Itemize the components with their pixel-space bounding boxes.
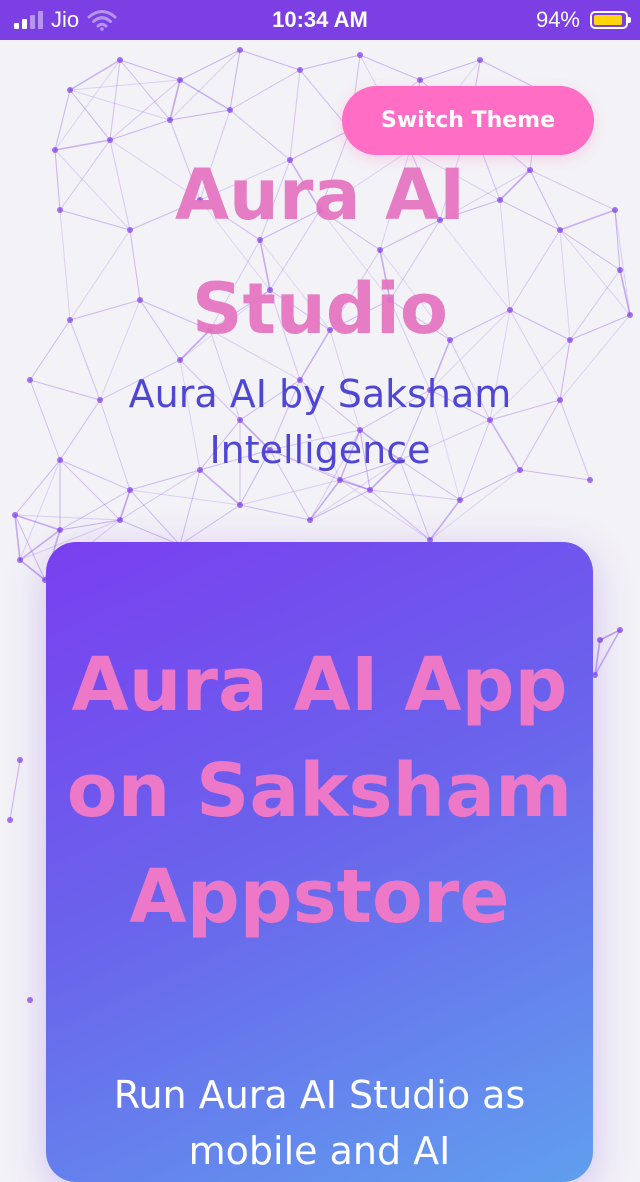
network-line: [9, 759, 21, 821]
network-line: [29, 379, 61, 461]
network-line: [229, 69, 301, 111]
battery-icon: [590, 11, 631, 29]
network-line: [19, 559, 46, 581]
network-node: [612, 207, 618, 213]
card-title: Aura AI App on Saksham Appstore: [66, 642, 573, 940]
network-line: [309, 489, 371, 521]
network-line: [69, 89, 111, 141]
network-line: [119, 59, 181, 81]
network-line: [339, 479, 431, 541]
network-node: [237, 502, 243, 508]
network-node: [27, 997, 33, 1003]
network-line: [14, 514, 121, 521]
network-node: [297, 67, 303, 73]
network-node: [617, 627, 623, 633]
network-line: [109, 79, 181, 141]
network-line: [169, 79, 181, 121]
network-line: [69, 59, 121, 91]
network-node: [7, 817, 13, 823]
network-line: [239, 49, 301, 71]
network-node: [597, 637, 603, 643]
network-line: [14, 514, 46, 581]
network-node: [117, 517, 123, 523]
page-title: Aura AI Studio: [174, 154, 466, 350]
network-line: [419, 59, 481, 81]
network-line: [69, 79, 181, 91]
network-node: [357, 52, 363, 58]
network-line: [299, 54, 361, 71]
status-right: 94%: [535, 0, 631, 40]
card-description: Run Aura AI Studio as mobile and AI: [113, 1073, 526, 1173]
network-node: [127, 487, 133, 493]
network-node: [67, 87, 73, 93]
network-node: [17, 757, 23, 763]
network-line: [179, 49, 241, 81]
network-node: [417, 77, 423, 83]
network-line: [69, 89, 171, 121]
network-line: [429, 469, 521, 541]
network-node: [477, 57, 483, 63]
network-line: [119, 59, 171, 121]
network-node: [627, 312, 633, 318]
network-node: [457, 497, 463, 503]
appstore-promo-card: Aura AI App on Saksham Appstore Run Aura…: [46, 542, 593, 1182]
network-line: [339, 479, 371, 491]
network-node: [237, 47, 243, 53]
network-node: [167, 117, 173, 123]
network-node: [587, 477, 593, 483]
network-node: [27, 377, 33, 383]
network-line: [109, 119, 171, 141]
network-node: [57, 527, 63, 533]
network-node: [117, 57, 123, 63]
network-node: [227, 107, 233, 113]
network-node: [617, 267, 623, 273]
network-node: [52, 147, 58, 153]
network-line: [129, 489, 241, 506]
network-line: [14, 459, 61, 516]
network-line: [14, 514, 21, 561]
status-bar: Jio 10:34 AM 94%: [0, 0, 640, 40]
network-node: [307, 517, 313, 523]
battery-percent: 94%: [535, 7, 580, 32]
network-node: [17, 557, 23, 563]
network-node: [177, 77, 183, 83]
network-line: [239, 504, 311, 521]
network-line: [359, 54, 421, 81]
network-node: [367, 487, 373, 493]
network-node: [12, 512, 18, 518]
page-subtitle: Aura AI by Saksham Intelligence: [128, 372, 512, 472]
